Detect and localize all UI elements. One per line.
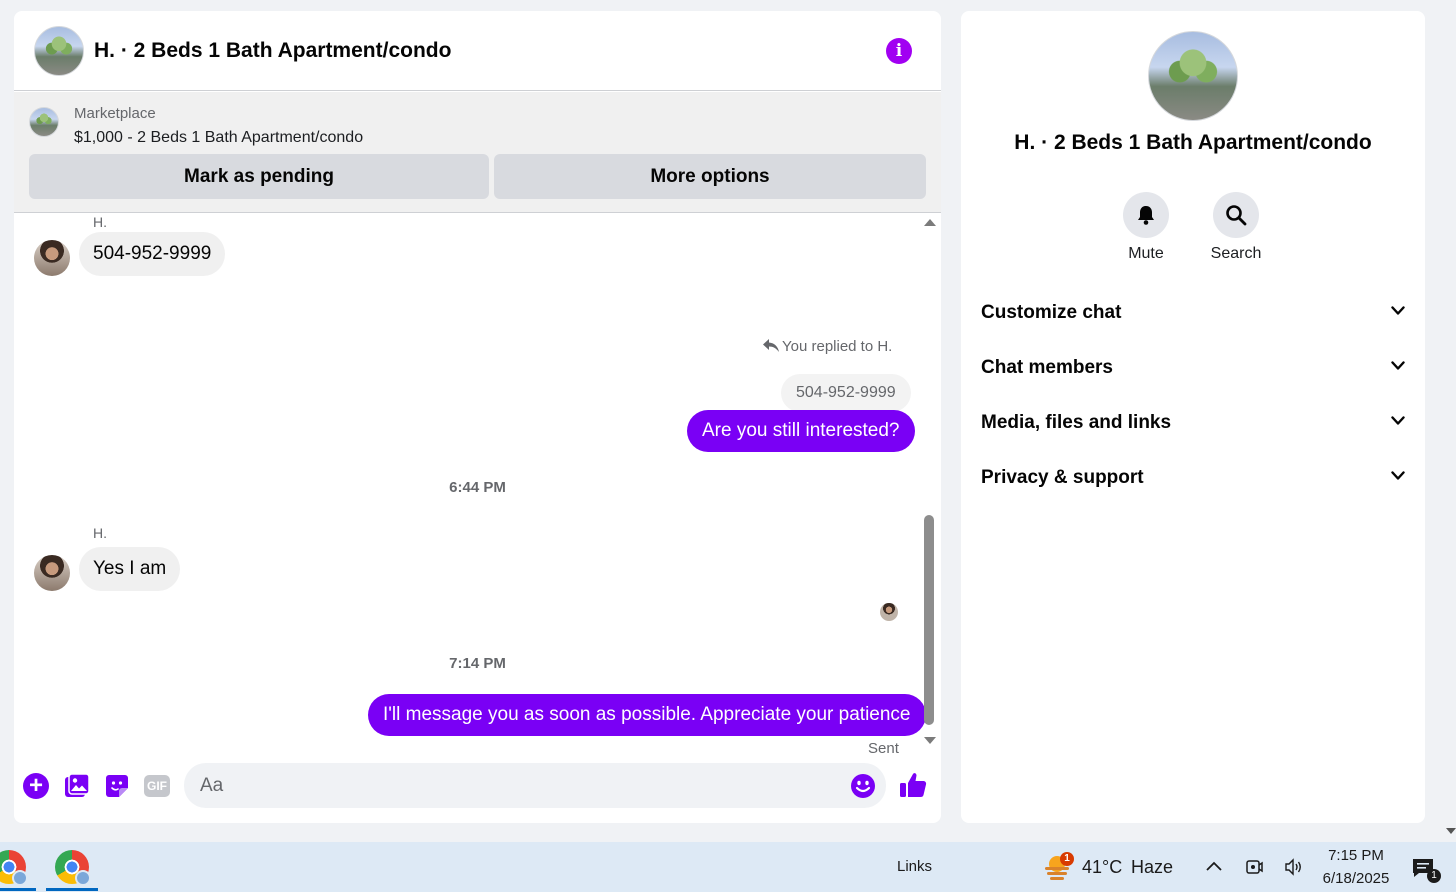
speaker-icon[interactable] [1284, 857, 1304, 877]
reply-arrow-icon [763, 339, 779, 352]
plus-icon[interactable]: + [23, 773, 49, 799]
scroll-up-arrow-icon[interactable] [924, 219, 936, 226]
message-timestamp: 7:14 PM [449, 655, 506, 672]
page-scroll-down-icon[interactable] [1446, 828, 1456, 834]
clock-date[interactable]: 6/18/2025 [1314, 870, 1398, 887]
links-toolbar[interactable]: Links [897, 858, 932, 875]
gif-icon[interactable]: GIF [144, 775, 170, 797]
mute-label: Mute [1128, 245, 1164, 262]
reply-note-text: You replied to H. [782, 338, 893, 355]
chat-title[interactable]: H. · 2 Beds 1 Bath Apartment/condo [94, 39, 451, 63]
sender-avatar[interactable] [34, 555, 70, 591]
message-list: H. 504-952-9999 You replied to H. 504-95… [14, 214, 941, 757]
section-label: Privacy & support [981, 467, 1144, 488]
info-title: H. · 2 Beds 1 Bath Apartment/condo [1014, 131, 1372, 154]
marketplace-bar: Marketplace $1,000 - 2 Beds 1 Bath Apart… [14, 92, 941, 213]
scroll-down-arrow-icon[interactable] [924, 737, 936, 744]
reply-quote[interactable]: 504-952-9999 [781, 374, 911, 412]
thumbs-up-icon[interactable] [899, 771, 927, 799]
chat-info-panel: H. · 2 Beds 1 Bath Apartment/condo Mute … [961, 11, 1425, 823]
info-avatar[interactable] [1148, 31, 1238, 121]
mute-button[interactable] [1123, 192, 1169, 238]
emoji-icon[interactable] [850, 773, 876, 799]
seen-by-avatar [880, 603, 898, 621]
message-status: Sent [868, 740, 899, 757]
sender-name: H. [93, 214, 107, 230]
message-input[interactable] [184, 763, 886, 808]
sender-avatar[interactable] [34, 240, 70, 276]
camera-privacy-icon[interactable] [1244, 857, 1264, 877]
message-composer: + GIF [14, 756, 941, 816]
scrollbar-thumb[interactable] [924, 515, 934, 725]
chevron-down-icon [1391, 361, 1405, 370]
section-customize-chat[interactable]: Customize chat [971, 289, 1415, 337]
weather-condition[interactable]: Haze [1131, 857, 1173, 878]
active-app-indicator [0, 888, 36, 891]
section-media-files-links[interactable]: Media, files and links [971, 399, 1415, 447]
marketplace-listing-thumbnail[interactable] [29, 107, 59, 137]
outgoing-message[interactable]: I'll message you as soon as possible. Ap… [368, 694, 926, 736]
sender-name: H. [93, 525, 107, 541]
section-label: Media, files and links [981, 412, 1172, 433]
chrome-profile-1-icon[interactable] [0, 850, 28, 886]
chevron-down-icon [1391, 306, 1405, 315]
section-label: Customize chat [981, 302, 1122, 323]
temperature[interactable]: 41°C [1082, 857, 1122, 878]
marketplace-label: Marketplace [74, 105, 156, 122]
sticker-icon[interactable] [104, 773, 130, 799]
message-timestamp: 6:44 PM [449, 479, 506, 496]
chevron-down-icon [1391, 416, 1405, 425]
incoming-message[interactable]: 504-952-9999 [79, 232, 226, 276]
chat-header: H. · 2 Beds 1 Bath Apartment/condo i [14, 11, 941, 91]
chat-panel: H. · 2 Beds 1 Bath Apartment/condo i Mar… [14, 11, 941, 823]
message-scrollbar[interactable] [922, 217, 936, 749]
section-chat-members[interactable]: Chat members [971, 344, 1415, 392]
section-privacy-support[interactable]: Privacy & support [971, 454, 1415, 502]
chevron-down-icon [1391, 471, 1405, 480]
search-icon [1226, 205, 1247, 226]
listing-avatar[interactable] [34, 26, 84, 76]
active-app-indicator [46, 888, 98, 891]
section-label: Chat members [981, 357, 1113, 378]
weather-alert-badge: 1 [1060, 852, 1074, 866]
photo-icon[interactable] [64, 773, 90, 799]
windows-taskbar: Links 1 41°C Haze 7:15 PM 6/18/2025 1 [0, 842, 1456, 892]
bell-icon [1138, 206, 1154, 225]
info-icon[interactable]: i [886, 38, 912, 64]
outgoing-message[interactable]: Are you still interested? [687, 410, 915, 452]
clock-time[interactable]: 7:15 PM [1320, 847, 1392, 864]
reply-indicator: You replied to H. [763, 338, 892, 355]
notification-count-badge: 1 [1427, 869, 1441, 883]
mark-as-pending-button[interactable]: Mark as pending [29, 154, 489, 199]
search-label: Search [1210, 245, 1262, 262]
chevron-up-icon[interactable] [1204, 857, 1224, 877]
incoming-message[interactable]: Yes I am [79, 547, 181, 591]
chrome-profile-2-icon[interactable] [55, 850, 91, 886]
marketplace-listing[interactable]: $1,000 - 2 Beds 1 Bath Apartment/condo [74, 129, 363, 147]
search-button[interactable] [1213, 192, 1259, 238]
more-options-button[interactable]: More options [494, 154, 926, 199]
